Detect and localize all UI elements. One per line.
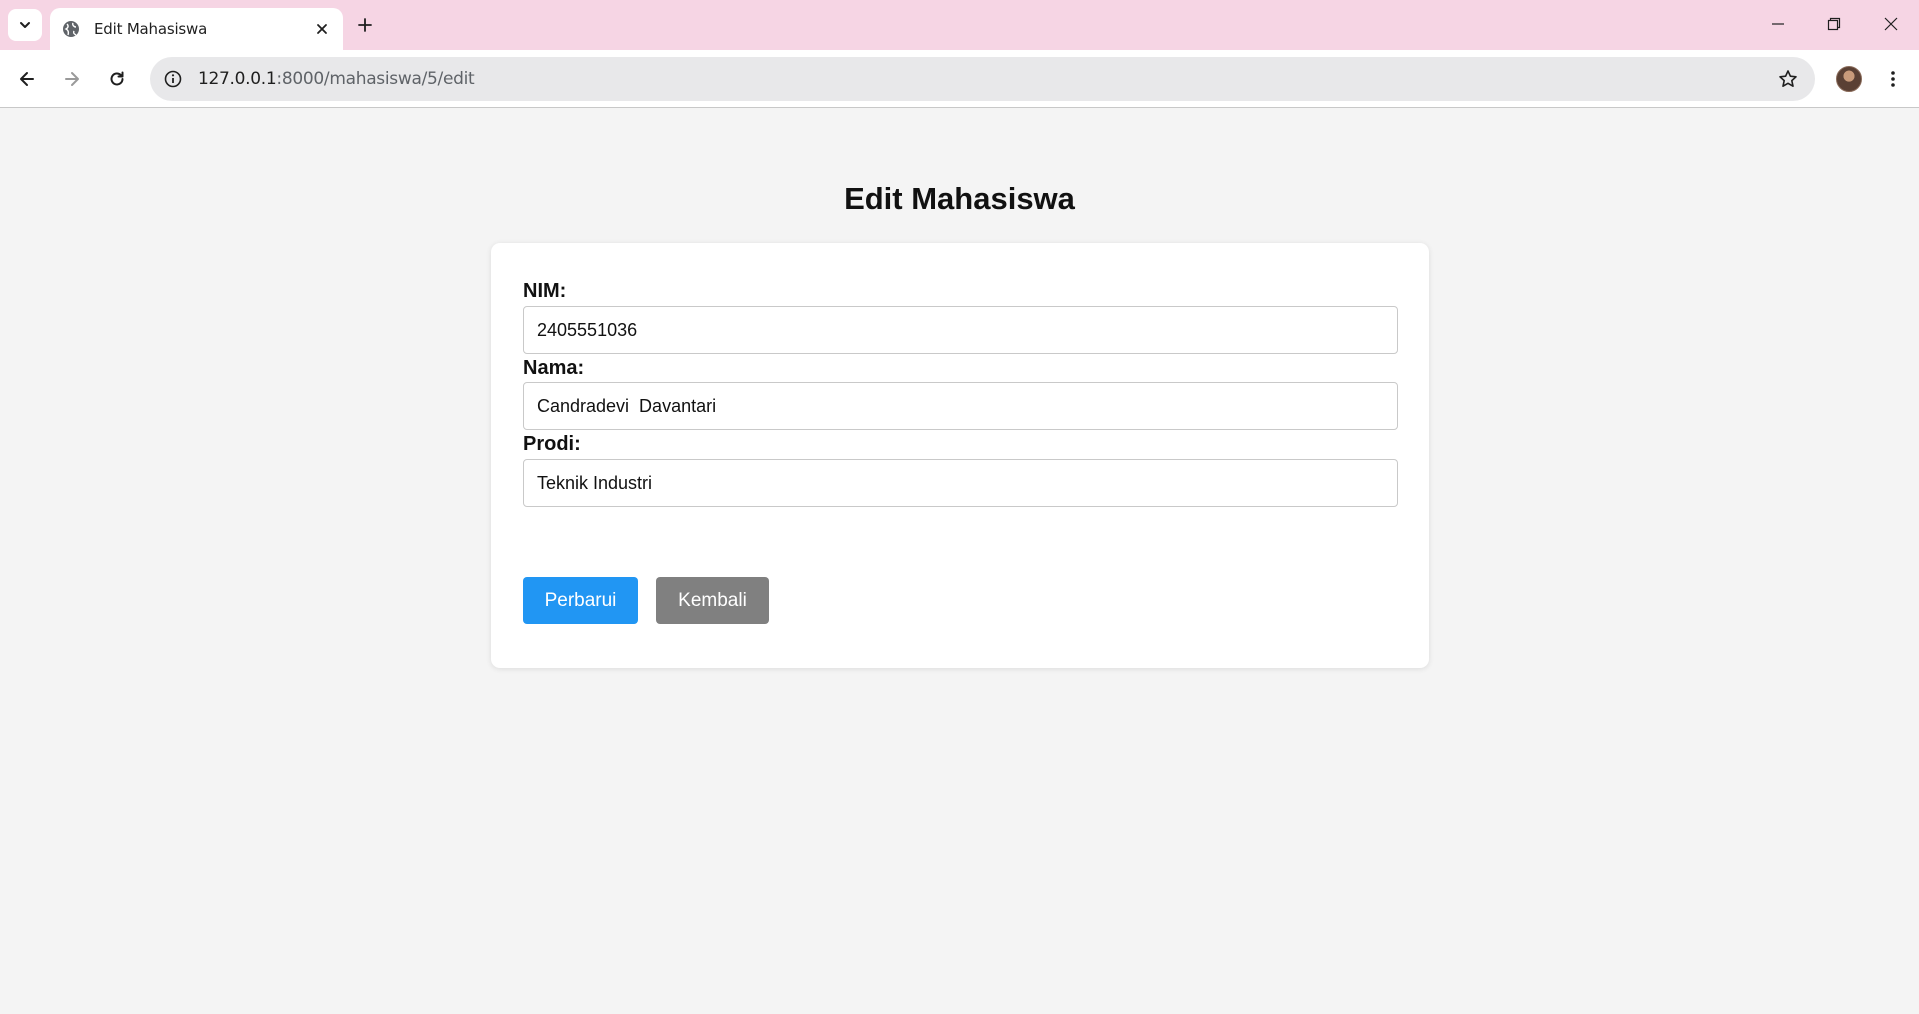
reload-icon [108,70,126,88]
bookmark-star-icon[interactable] [1775,66,1801,92]
url-text: 127.0.0.1:8000/mahasiswa/5/edit [198,69,475,89]
new-tab-button[interactable] [350,10,380,40]
info-icon[interactable] [160,66,186,92]
globe-icon [62,20,80,38]
nama-label: Nama: [523,357,585,379]
prodi-input[interactable] [523,459,1398,507]
back-button[interactable] [9,61,45,97]
restore-icon [1827,17,1841,31]
perbarui-button[interactable]: Perbarui [523,577,638,624]
url-host: 127.0.0.1 [198,69,277,89]
browser-toolbar: 127.0.0.1:8000/mahasiswa/5/edit [0,50,1919,108]
minimize-button[interactable] [1750,0,1806,48]
prodi-label: Prodi: [523,433,581,455]
tab-title: Edit Mahasiswa [94,20,208,38]
page-title: Edit Mahasiswa [844,181,1075,216]
kembali-button[interactable]: Kembali [656,577,769,624]
close-tab-icon[interactable] [309,16,335,42]
nama-input[interactable] [523,382,1398,430]
reload-button[interactable] [99,61,135,97]
url-path: :8000/mahasiswa/5/edit [276,69,475,89]
profile-avatar[interactable] [1836,66,1862,92]
tab-search-button[interactable] [8,9,42,41]
plus-icon [357,17,373,33]
page-content: Edit Mahasiswa NIM: Nama: Prodi: Perbaru… [0,109,1919,1014]
restore-button[interactable] [1806,0,1862,48]
minimize-icon [1771,17,1785,31]
active-tab[interactable]: Edit Mahasiswa [50,8,343,50]
chevron-down-icon [18,18,32,32]
more-vertical-icon [1890,70,1896,88]
arrow-right-icon [63,70,81,88]
arrow-left-icon [18,70,36,88]
nim-label: NIM: [523,280,567,302]
close-icon [1884,17,1898,31]
address-bar[interactable]: 127.0.0.1:8000/mahasiswa/5/edit [150,57,1815,101]
nim-input[interactable] [523,306,1398,354]
browser-menu-button[interactable] [1878,64,1908,94]
edit-mahasiswa-form: NIM: Nama: Prodi: Perbarui Kembali [491,243,1429,668]
browser-tabstrip: Edit Mahasiswa [0,0,1919,50]
forward-button[interactable] [54,61,90,97]
close-window-button[interactable] [1863,0,1919,48]
